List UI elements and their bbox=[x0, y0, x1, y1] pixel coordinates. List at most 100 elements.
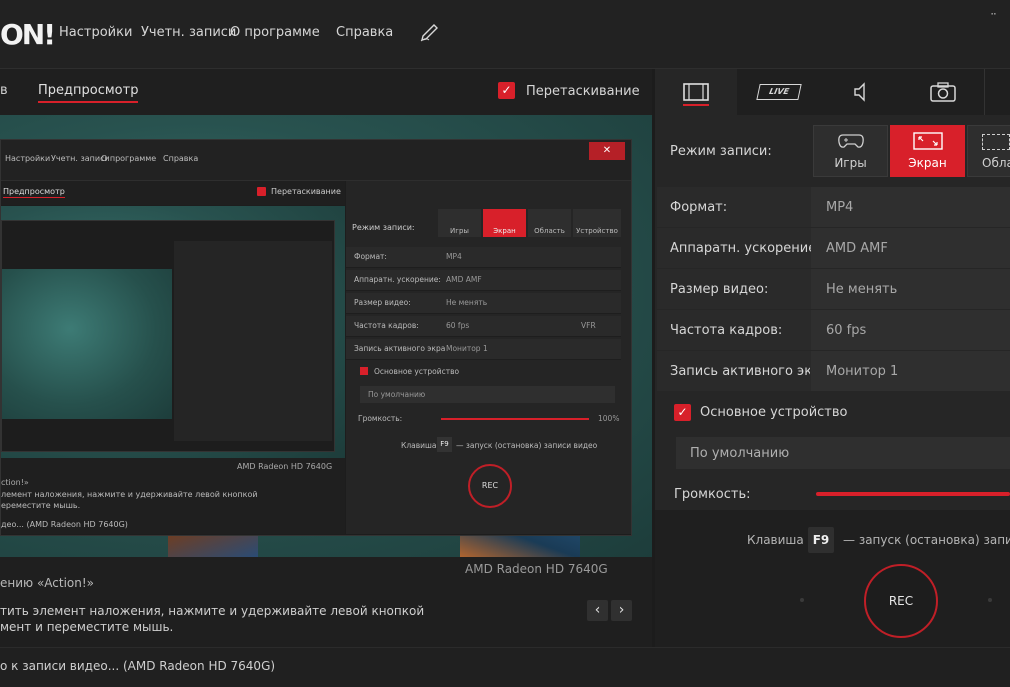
framerate-value: 60 fps bbox=[826, 323, 867, 338]
nested-menu-item: Настройки bbox=[5, 154, 51, 163]
nested-device-checkbox bbox=[360, 367, 368, 375]
region-icon bbox=[982, 134, 1010, 150]
nested-status: део... (AMD Radeon HD 7640G) bbox=[1, 520, 128, 529]
nested-setting-value: AMD AMF bbox=[446, 275, 482, 284]
nested-preview-window: Настройки Учетн. записи О программе Спра… bbox=[0, 139, 632, 536]
setting-format-label: Формат: bbox=[670, 200, 728, 215]
mode-games-button[interactable]: Игры bbox=[813, 125, 888, 177]
volume-slider[interactable] bbox=[816, 492, 1010, 496]
nested-menu-item: Справка bbox=[163, 154, 199, 163]
main-device-checkbox[interactable]: ✓ bbox=[674, 404, 691, 421]
nested-setting-row bbox=[346, 247, 621, 268]
mode-region-button[interactable]: Обла bbox=[967, 125, 1010, 177]
nested-inner-panel bbox=[174, 241, 332, 441]
nested-setting-label: Частота кадров: bbox=[354, 321, 419, 330]
hotkey-key[interactable]: F9 bbox=[808, 527, 834, 553]
nested-volume-bar bbox=[441, 418, 589, 420]
menu-accounts[interactable]: Учетн. записи bbox=[141, 25, 236, 40]
welcome-text: ению «Action!» bbox=[0, 576, 95, 590]
hotkey-prefix: Клавиша bbox=[747, 533, 804, 547]
nested-menu-item: О программе bbox=[101, 154, 157, 163]
nested-device-label: Основное устройство bbox=[374, 367, 460, 376]
app-logo: ON! bbox=[0, 18, 56, 51]
video-size-value: Не менять bbox=[826, 282, 898, 297]
nested-mode: Устройство bbox=[573, 209, 621, 237]
live-icon: LIVE bbox=[756, 84, 802, 100]
nested-setting-value: 60 fps bbox=[446, 321, 470, 330]
pen-icon[interactable] bbox=[420, 24, 440, 46]
gamepad-icon bbox=[814, 132, 887, 154]
hint-line-2: мент и переместите мышь. bbox=[0, 620, 174, 634]
film-icon bbox=[655, 69, 737, 120]
nested-setting-label: Аппаратн. ускорение: bbox=[354, 275, 441, 284]
nested-setting-label: Размер видео: bbox=[354, 298, 411, 307]
menu-settings[interactable]: Настройки bbox=[59, 25, 132, 40]
nested-setting-value: Монитор 1 bbox=[446, 344, 488, 353]
nested-mode: Экран bbox=[483, 209, 526, 237]
nested-setting-value: Не менять bbox=[446, 298, 488, 307]
nested-volume-label: Громкость: bbox=[358, 414, 403, 423]
speaker-icon bbox=[820, 69, 902, 121]
nested-inner-window bbox=[1, 220, 335, 452]
nested-hotkey-desc: — запуск (остановка) записи видео bbox=[456, 441, 598, 450]
format-value: MP4 bbox=[826, 200, 854, 215]
tab-video[interactable] bbox=[655, 69, 737, 115]
nested-volume-pct: 100% bbox=[598, 414, 620, 423]
tab-live[interactable]: LIVE bbox=[738, 69, 820, 115]
indicator-dot bbox=[800, 598, 804, 602]
hint-line-1: тить элемент наложения, нажмите и удержи… bbox=[0, 604, 425, 618]
nested-vfr: VFR bbox=[581, 321, 596, 330]
nested-mode: Область bbox=[528, 209, 571, 237]
tab-audio[interactable] bbox=[820, 69, 902, 115]
nested-preview-tab: Предпросмотр bbox=[3, 187, 65, 198]
nested-welcome: ction!» bbox=[1, 478, 29, 487]
nested-drag-checkbox bbox=[257, 187, 266, 196]
volume-label: Громкость: bbox=[674, 487, 751, 502]
next-hint-button[interactable]: › bbox=[611, 600, 632, 621]
tab-active-indicator bbox=[683, 104, 709, 106]
tab-preview[interactable]: Предпросмотр bbox=[38, 83, 139, 103]
nested-setting-label: Формат: bbox=[354, 252, 387, 261]
nested-setting-value: MP4 bbox=[446, 252, 462, 261]
camera-icon bbox=[902, 69, 984, 121]
close-icon[interactable]: ¨ bbox=[990, 12, 997, 28]
mode-screen-button[interactable]: Экран bbox=[890, 125, 965, 177]
mode-screen-label: Экран bbox=[908, 156, 947, 170]
nested-hint-2: ереместите мышь. bbox=[1, 501, 81, 510]
nested-rec-button: REC bbox=[468, 464, 512, 508]
nested-device-value: По умолчанию bbox=[368, 390, 426, 399]
setting-video-size-label: Размер видео: bbox=[670, 282, 769, 297]
setting-framerate-label: Частота кадров: bbox=[670, 323, 783, 338]
preview-area[interactable]: Настройки Учетн. записи О программе Спра… bbox=[0, 115, 652, 557]
main-device-label: Основное устройство bbox=[700, 405, 848, 420]
nested-setting-label: Запись активного экра bbox=[354, 344, 446, 353]
screen-icon bbox=[891, 132, 964, 154]
setting-active-screen-label: Запись активного экра bbox=[670, 364, 810, 379]
nested-inner-image bbox=[2, 269, 172, 419]
nested-mode: Игры bbox=[438, 209, 481, 237]
nested-gpu-label: AMD Radeon HD 7640G bbox=[237, 462, 333, 471]
nested-mode-label: Режим записи: bbox=[352, 223, 415, 232]
rec-button[interactable]: REC bbox=[864, 564, 938, 638]
mode-games-label: Игры bbox=[834, 156, 867, 170]
nested-close-icon: ✕ bbox=[589, 142, 625, 160]
active-screen-value: Монитор 1 bbox=[826, 364, 899, 379]
nested-hotkey-prefix: Клавиша bbox=[401, 441, 437, 450]
tab-screenshot[interactable] bbox=[902, 69, 984, 115]
nested-hint-1: лемент наложения, нажмите и удерживайте … bbox=[1, 490, 258, 499]
menu-about[interactable]: О программе bbox=[230, 25, 320, 40]
indicator-dot bbox=[988, 598, 992, 602]
audio-device-value: По умолчанию bbox=[690, 446, 790, 461]
drag-checkbox[interactable]: ✓ bbox=[498, 82, 515, 99]
status-text: о к записи видео... (AMD Radeon HD 7640G… bbox=[0, 659, 276, 673]
nested-preview-area bbox=[1, 206, 345, 458]
tab-divider bbox=[984, 69, 985, 115]
mode-region-label: Обла bbox=[982, 156, 1010, 170]
hotkey-description: — запуск (остановка) записи bbox=[843, 533, 1010, 547]
record-mode-label: Режим записи: bbox=[670, 144, 772, 159]
gpu-label: AMD Radeon HD 7640G bbox=[465, 562, 608, 576]
nested-hotkey-key: F9 bbox=[437, 437, 452, 452]
prev-hint-button[interactable]: ‹ bbox=[587, 600, 608, 621]
tab-partial[interactable]: в bbox=[0, 83, 8, 98]
menu-help[interactable]: Справка bbox=[336, 25, 393, 40]
